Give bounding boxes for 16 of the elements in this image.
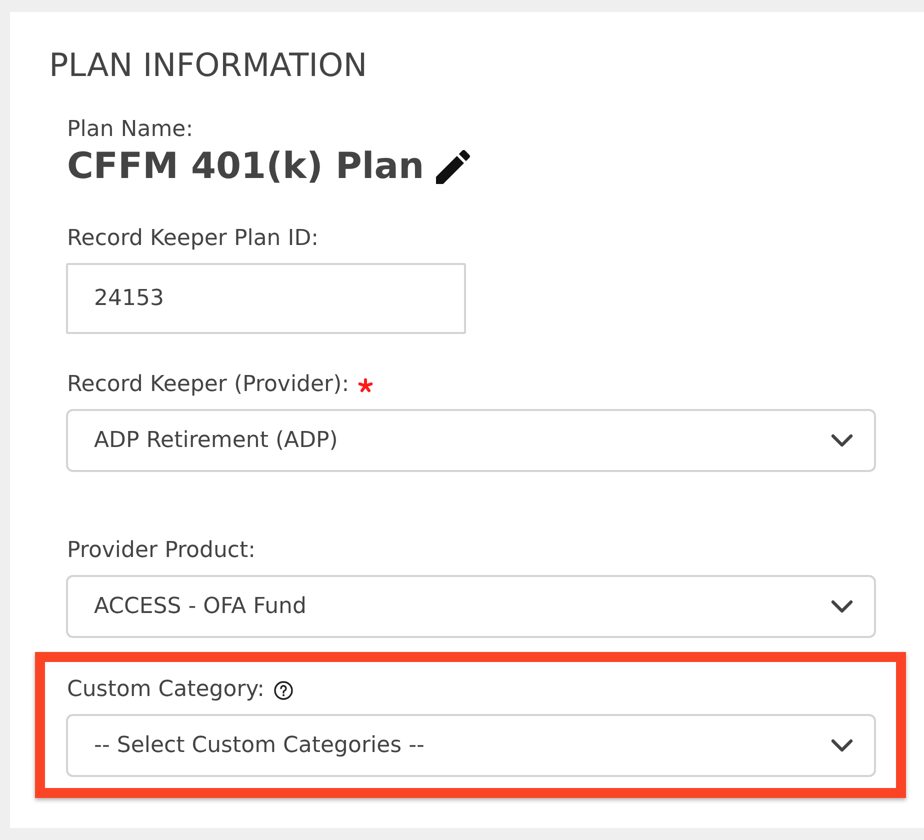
chevron-down-icon [831,739,853,752]
plan-name-value: CFFM 401(k) Plan [67,146,424,188]
dropdown-select[interactable]: -- Select Custom Categories -- [66,714,876,777]
field-label: Custom Category: [67,677,265,703]
chevron-down-icon [831,600,853,613]
chevron-down-icon [831,434,853,447]
field-label: Record Keeper (Provider): [67,372,350,398]
section-title: PLAN INFORMATION [49,46,368,84]
dropdown-select[interactable]: ACCESS - OFA Fund [66,575,876,638]
pencil-icon[interactable] [436,150,470,184]
help-icon[interactable] [274,680,293,700]
text-input[interactable]: 24153 [66,263,466,334]
field-label: Provider Product: [67,538,256,564]
field-label: Record Keeper Plan ID: [67,226,319,252]
dropdown-select[interactable]: ADP Retirement (ADP) [66,409,876,472]
plan-name-label: Plan Name: [67,117,194,143]
